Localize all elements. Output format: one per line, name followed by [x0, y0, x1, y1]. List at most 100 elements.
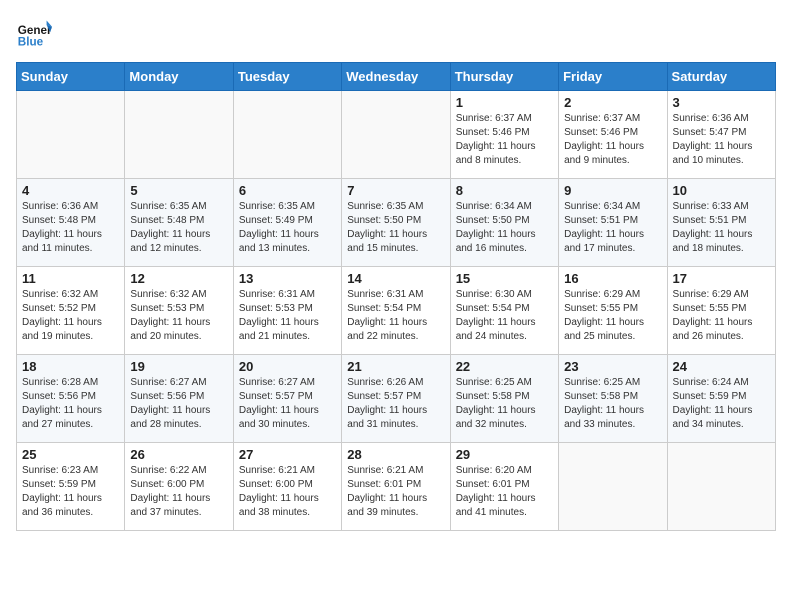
day-info: Sunrise: 6:29 AM Sunset: 5:55 PM Dayligh… — [673, 288, 770, 344]
day-number: 12 — [130, 271, 227, 286]
day-cell: 21Sunrise: 6:26 AM Sunset: 5:57 PM Dayli… — [342, 355, 450, 443]
day-cell: 1Sunrise: 6:37 AM Sunset: 5:46 PM Daylig… — [450, 91, 558, 179]
day-cell — [233, 91, 341, 179]
calendar-header-row: SundayMondayTuesdayWednesdayThursdayFrid… — [17, 63, 776, 91]
calendar-table: SundayMondayTuesdayWednesdayThursdayFrid… — [16, 62, 776, 531]
day-info: Sunrise: 6:34 AM Sunset: 5:51 PM Dayligh… — [564, 200, 661, 256]
day-number: 11 — [22, 271, 119, 286]
day-cell — [342, 91, 450, 179]
page-header: General Blue — [16, 16, 776, 52]
col-header-saturday: Saturday — [667, 63, 775, 91]
col-header-friday: Friday — [559, 63, 667, 91]
day-number: 20 — [239, 359, 336, 374]
day-info: Sunrise: 6:25 AM Sunset: 5:58 PM Dayligh… — [456, 376, 553, 432]
day-info: Sunrise: 6:21 AM Sunset: 6:01 PM Dayligh… — [347, 464, 444, 520]
day-number: 7 — [347, 183, 444, 198]
day-info: Sunrise: 6:35 AM Sunset: 5:48 PM Dayligh… — [130, 200, 227, 256]
day-number: 21 — [347, 359, 444, 374]
day-cell: 15 Sunrise: 6:30 AM Sunset: 5:54 PM Dayli… — [450, 267, 558, 355]
col-header-sunday: Sunday — [17, 63, 125, 91]
day-info: Sunrise: 6:20 AM Sunset: 6:01 PM Dayligh… — [456, 464, 553, 520]
day-info: Sunrise: 6:33 AM Sunset: 5:51 PM Dayligh… — [673, 200, 770, 256]
day-number: 13 — [239, 271, 336, 286]
day-number: 14 — [347, 271, 444, 286]
day-info: Sunrise: 6:36 AM Sunset: 5:48 PM Dayligh… — [22, 200, 119, 256]
day-number: 15 — [456, 271, 553, 286]
day-cell: 24 Sunrise: 6:24 AM Sunset: 5:59 PM Dayli… — [667, 355, 775, 443]
day-cell: 17 Sunrise: 6:29 AM Sunset: 5:55 PM Dayli… — [667, 267, 775, 355]
day-info: Sunrise: 6:23 AM Sunset: 5:59 PM Dayligh… — [22, 464, 119, 520]
week-row-3: 11 Sunrise: 6:32 AM Sunset: 5:52 PM Dayli… — [17, 267, 776, 355]
day-number: 9 — [564, 183, 661, 198]
day-cell: 25 Sunrise: 6:23 AM Sunset: 5:59 PM Dayli… — [17, 443, 125, 531]
logo: General Blue — [16, 16, 52, 52]
day-info: Sunrise: 6:25 AM Sunset: 5:58 PM Dayligh… — [564, 376, 661, 432]
day-cell: 22 Sunrise: 6:25 AM Sunset: 5:58 PM Dayli… — [450, 355, 558, 443]
col-header-wednesday: Wednesday — [342, 63, 450, 91]
title-block — [52, 16, 776, 18]
day-cell — [667, 443, 775, 531]
day-cell: 10Sunrise: 6:33 AM Sunset: 5:51 PM Dayli… — [667, 179, 775, 267]
svg-text:Blue: Blue — [18, 36, 44, 49]
week-row-1: 1Sunrise: 6:37 AM Sunset: 5:46 PM Daylig… — [17, 91, 776, 179]
day-number: 2 — [564, 95, 661, 110]
day-info: Sunrise: 6:34 AM Sunset: 5:50 PM Dayligh… — [456, 200, 553, 256]
day-cell: 16Sunrise: 6:29 AM Sunset: 5:55 PM Dayli… — [559, 267, 667, 355]
day-number: 27 — [239, 447, 336, 462]
day-info: Sunrise: 6:32 AM Sunset: 5:53 PM Dayligh… — [130, 288, 227, 344]
day-info: Sunrise: 6:22 AM Sunset: 6:00 PM Dayligh… — [130, 464, 227, 520]
day-info: Sunrise: 6:37 AM Sunset: 5:46 PM Dayligh… — [456, 112, 553, 168]
week-row-5: 25 Sunrise: 6:23 AM Sunset: 5:59 PM Dayli… — [17, 443, 776, 531]
day-cell: 23 Sunrise: 6:25 AM Sunset: 5:58 PM Dayli… — [559, 355, 667, 443]
day-cell: 7 Sunrise: 6:35 AM Sunset: 5:50 PM Daylig… — [342, 179, 450, 267]
day-cell: 29 Sunrise: 6:20 AM Sunset: 6:01 PM Dayli… — [450, 443, 558, 531]
day-cell: 4Sunrise: 6:36 AM Sunset: 5:48 PM Daylig… — [17, 179, 125, 267]
day-number: 29 — [456, 447, 553, 462]
day-info: Sunrise: 6:21 AM Sunset: 6:00 PM Dayligh… — [239, 464, 336, 520]
day-cell: 8Sunrise: 6:34 AM Sunset: 5:50 PM Daylig… — [450, 179, 558, 267]
day-info: Sunrise: 6:31 AM Sunset: 5:54 PM Dayligh… — [347, 288, 444, 344]
day-number: 17 — [673, 271, 770, 286]
day-info: Sunrise: 6:27 AM Sunset: 5:56 PM Dayligh… — [130, 376, 227, 432]
day-cell: 5 Sunrise: 6:35 AM Sunset: 5:48 PM Daylig… — [125, 179, 233, 267]
day-info: Sunrise: 6:30 AM Sunset: 5:54 PM Dayligh… — [456, 288, 553, 344]
day-cell: 3Sunrise: 6:36 AM Sunset: 5:47 PM Daylig… — [667, 91, 775, 179]
day-cell: 19 Sunrise: 6:27 AM Sunset: 5:56 PM Dayli… — [125, 355, 233, 443]
day-cell: 6Sunrise: 6:35 AM Sunset: 5:49 PM Daylig… — [233, 179, 341, 267]
week-row-2: 4Sunrise: 6:36 AM Sunset: 5:48 PM Daylig… — [17, 179, 776, 267]
day-info: Sunrise: 6:27 AM Sunset: 5:57 PM Dayligh… — [239, 376, 336, 432]
day-cell: 28 Sunrise: 6:21 AM Sunset: 6:01 PM Dayli… — [342, 443, 450, 531]
day-cell: 2 Sunrise: 6:37 AM Sunset: 5:46 PM Daylig… — [559, 91, 667, 179]
day-info: Sunrise: 6:31 AM Sunset: 5:53 PM Dayligh… — [239, 288, 336, 344]
day-number: 25 — [22, 447, 119, 462]
day-info: Sunrise: 6:37 AM Sunset: 5:46 PM Dayligh… — [564, 112, 661, 168]
col-header-thursday: Thursday — [450, 63, 558, 91]
day-cell: 20 Sunrise: 6:27 AM Sunset: 5:57 PM Dayli… — [233, 355, 341, 443]
day-cell: 12 Sunrise: 6:32 AM Sunset: 5:53 PM Dayli… — [125, 267, 233, 355]
day-cell — [17, 91, 125, 179]
day-cell: 18Sunrise: 6:28 AM Sunset: 5:56 PM Dayli… — [17, 355, 125, 443]
day-cell — [125, 91, 233, 179]
col-header-tuesday: Tuesday — [233, 63, 341, 91]
day-info: Sunrise: 6:32 AM Sunset: 5:52 PM Dayligh… — [22, 288, 119, 344]
day-cell — [559, 443, 667, 531]
day-number: 16 — [564, 271, 661, 286]
day-number: 5 — [130, 183, 227, 198]
day-number: 22 — [456, 359, 553, 374]
logo-icon: General Blue — [16, 16, 52, 52]
day-info: Sunrise: 6:36 AM Sunset: 5:47 PM Dayligh… — [673, 112, 770, 168]
day-cell: 9 Sunrise: 6:34 AM Sunset: 5:51 PM Daylig… — [559, 179, 667, 267]
day-number: 23 — [564, 359, 661, 374]
day-cell: 26Sunrise: 6:22 AM Sunset: 6:00 PM Dayli… — [125, 443, 233, 531]
day-cell: 13 Sunrise: 6:31 AM Sunset: 5:53 PM Dayli… — [233, 267, 341, 355]
day-number: 24 — [673, 359, 770, 374]
day-cell: 14 Sunrise: 6:31 AM Sunset: 5:54 PM Dayli… — [342, 267, 450, 355]
day-number: 28 — [347, 447, 444, 462]
week-row-4: 18Sunrise: 6:28 AM Sunset: 5:56 PM Dayli… — [17, 355, 776, 443]
day-number: 19 — [130, 359, 227, 374]
day-number: 18 — [22, 359, 119, 374]
day-info: Sunrise: 6:35 AM Sunset: 5:50 PM Dayligh… — [347, 200, 444, 256]
day-info: Sunrise: 6:24 AM Sunset: 5:59 PM Dayligh… — [673, 376, 770, 432]
col-header-monday: Monday — [125, 63, 233, 91]
day-number: 6 — [239, 183, 336, 198]
